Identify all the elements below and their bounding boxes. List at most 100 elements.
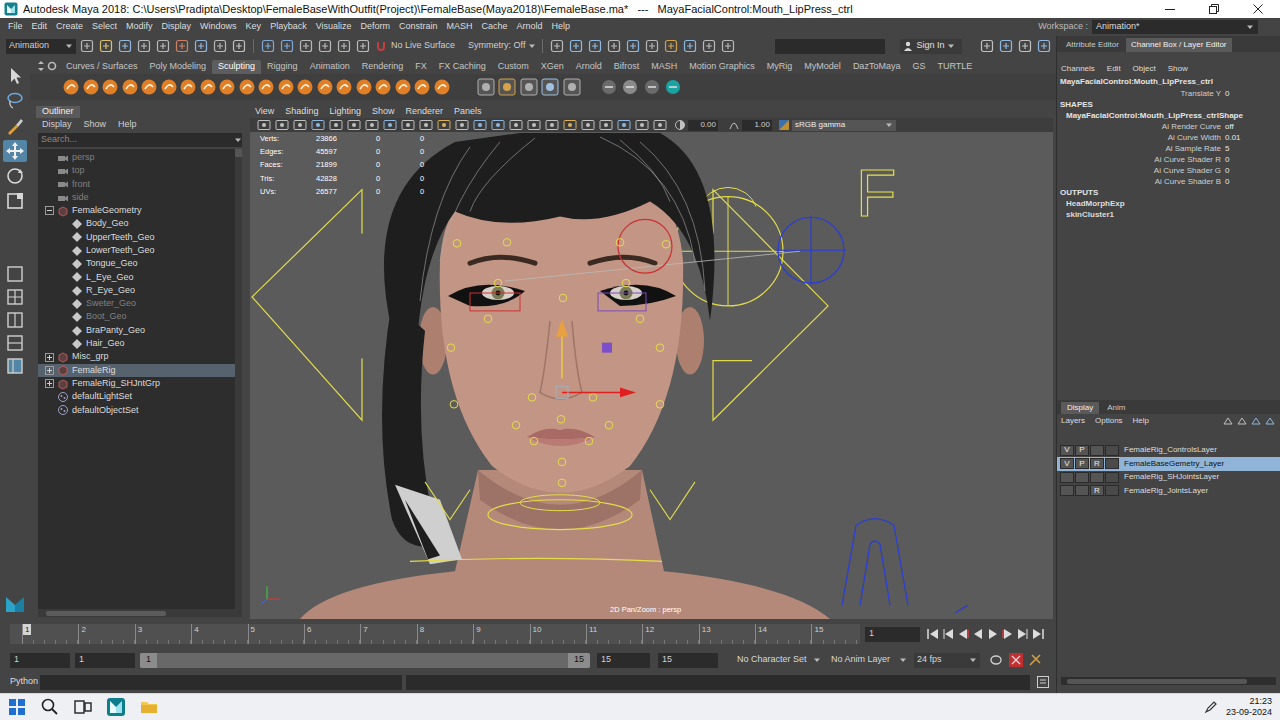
sculpt-brush-icon[interactable] xyxy=(374,78,392,96)
shelf-script-icon[interactable] xyxy=(642,77,662,97)
menu-item[interactable]: Windows xyxy=(198,20,239,34)
shelf-script-icon[interactable] xyxy=(663,77,683,97)
panel-menu[interactable]: Renderer xyxy=(405,105,443,119)
outliner-item[interactable]: FemaleGeometry xyxy=(38,204,235,217)
shelf-tab[interactable]: XGen xyxy=(535,60,570,74)
sculpt-brush-icon[interactable] xyxy=(199,78,217,96)
menu-item[interactable]: Display xyxy=(160,20,194,34)
shelf-tab[interactable]: Arnold xyxy=(570,60,608,74)
status-tool-icon[interactable] xyxy=(155,38,171,54)
viewport-tool-icon[interactable] xyxy=(328,119,344,131)
status-tool-icon[interactable] xyxy=(117,38,133,54)
preferences-icon[interactable] xyxy=(1028,653,1042,667)
layer-tab[interactable]: Anim xyxy=(1101,402,1131,414)
gamma-field[interactable]: 1.00 xyxy=(742,120,772,131)
shelf-tab[interactable]: FX xyxy=(409,60,433,74)
render-icon[interactable] xyxy=(606,38,622,54)
panel-toggle-icon[interactable] xyxy=(998,38,1014,54)
snap-icon[interactable] xyxy=(336,38,352,54)
viewport-tool-icon[interactable] xyxy=(382,119,398,131)
panel-tab[interactable]: Attribute Editor xyxy=(1061,38,1124,52)
shelf-tab[interactable]: Bifrost xyxy=(608,60,646,74)
range-bar[interactable]: 115 xyxy=(140,653,590,668)
shelf-tab[interactable]: Sculpting xyxy=(212,60,261,74)
taskbar-button[interactable] xyxy=(33,694,66,720)
channel-row[interactable]: Translate Y0 xyxy=(1057,88,1280,99)
play-backwards-icon[interactable] xyxy=(971,627,985,641)
layer-color[interactable] xyxy=(1105,472,1119,483)
snap-icon[interactable] xyxy=(298,38,314,54)
frame-tick[interactable]: 11 xyxy=(586,624,642,644)
search-field[interactable] xyxy=(38,133,234,147)
sculpt-brush-icon[interactable] xyxy=(140,78,158,96)
panel-menu[interactable]: View xyxy=(255,105,274,119)
symmetry-dropdown[interactable]: Symmetry: Off xyxy=(468,39,536,53)
viewport-tool-icon[interactable] xyxy=(634,119,650,131)
dropdown-arrow-icon[interactable] xyxy=(885,121,893,129)
status-tool-icon[interactable] xyxy=(79,38,95,54)
playback-toggle[interactable]: P xyxy=(1075,458,1089,469)
shape-name[interactable]: MayaFacialControl:Mouth_LipPress_ctrlSha… xyxy=(1057,110,1280,121)
layer-action-icon[interactable] xyxy=(1250,415,1262,427)
layer-tab[interactable]: Display xyxy=(1061,402,1099,414)
dropdown-arrow-icon[interactable] xyxy=(947,42,955,50)
clock[interactable]: 21:2323-09-2024 xyxy=(1226,696,1272,718)
outliner-tab[interactable]: Outliner xyxy=(36,106,80,118)
play-forwards-icon[interactable] xyxy=(986,627,1000,641)
render-icon[interactable] xyxy=(720,38,736,54)
menu-item[interactable]: File xyxy=(6,20,25,34)
viewport-tool-icon[interactable] xyxy=(400,119,416,131)
dropdown-arrow-icon[interactable] xyxy=(899,656,907,664)
menu-item[interactable]: Visualize xyxy=(314,20,354,34)
dropdown-arrow-icon[interactable] xyxy=(813,656,821,664)
shelf-script-icon[interactable] xyxy=(620,77,640,97)
shelf-tab[interactable]: TURTLE xyxy=(931,60,978,74)
viewport-tool-icon[interactable] xyxy=(274,119,290,131)
channel-row[interactable]: Ai Curve Shader B0 xyxy=(1057,176,1280,187)
layer-menu[interactable]: Options xyxy=(1095,415,1123,427)
frame-tick[interactable]: 14 xyxy=(755,624,811,644)
channel-value[interactable]: 0 xyxy=(1225,176,1229,188)
restore-button[interactable] xyxy=(1192,0,1236,18)
channel-value[interactable]: 5 xyxy=(1225,143,1229,155)
visibility-toggle[interactable] xyxy=(1060,485,1074,496)
panel-menu[interactable]: Lighting xyxy=(329,105,361,119)
snap-icon[interactable] xyxy=(317,38,333,54)
dropdown-arrow-icon[interactable] xyxy=(969,656,977,664)
language-label[interactable]: Python xyxy=(10,675,40,689)
tool-button[interactable] xyxy=(3,65,27,87)
menu-item[interactable]: Create xyxy=(54,20,85,34)
render-icon[interactable] xyxy=(682,38,698,54)
menu-item[interactable]: Key xyxy=(244,20,264,34)
dropdown-arrow-icon[interactable] xyxy=(528,42,536,50)
panel-toggle-icon[interactable] xyxy=(979,38,995,54)
viewport-tool-icon[interactable] xyxy=(562,119,578,131)
status-tool-icon[interactable] xyxy=(136,38,152,54)
shelf-tab[interactable]: Motion Graphics xyxy=(683,60,761,74)
shelf-gear-icon[interactable] xyxy=(47,61,57,71)
expand-icon[interactable] xyxy=(45,353,54,362)
outliner-item[interactable]: R_Eye_Geo xyxy=(38,284,235,297)
viewport-tool-icon[interactable] xyxy=(544,119,560,131)
sculpt-brush-icon[interactable] xyxy=(433,78,451,96)
menu-item[interactable]: Edit xyxy=(30,20,50,34)
shelf-settings-icon[interactable] xyxy=(37,60,45,72)
channel-row[interactable]: Ai Sample Rate5 xyxy=(1057,143,1280,154)
viewport-tool-icon[interactable] xyxy=(490,119,506,131)
sculpt-brush-icon[interactable] xyxy=(179,78,197,96)
layer-action-icon[interactable] xyxy=(1264,415,1276,427)
node-name[interactable]: MayaFacialControl:Mouth_LipPress_ctrl xyxy=(1057,76,1280,88)
shelf-tab[interactable]: Poly Modeling xyxy=(144,60,213,74)
shelf-tool-icon[interactable] xyxy=(540,77,560,97)
panel-menu[interactable]: Shading xyxy=(285,105,318,119)
menu-item[interactable]: MASH xyxy=(445,20,475,34)
taskbar-button[interactable] xyxy=(132,694,165,720)
channel-value[interactable]: 0 xyxy=(1225,154,1229,166)
taskbar-button[interactable] xyxy=(0,694,33,720)
collapse-icon[interactable] xyxy=(45,206,54,215)
visibility-toggle[interactable] xyxy=(1060,472,1074,483)
outliner-item[interactable]: LowerTeeth_Geo xyxy=(38,244,235,257)
layout-icon[interactable] xyxy=(6,265,24,283)
step-forward-key-icon[interactable] xyxy=(1001,627,1015,641)
frame-tick[interactable]: 5 xyxy=(248,624,304,644)
